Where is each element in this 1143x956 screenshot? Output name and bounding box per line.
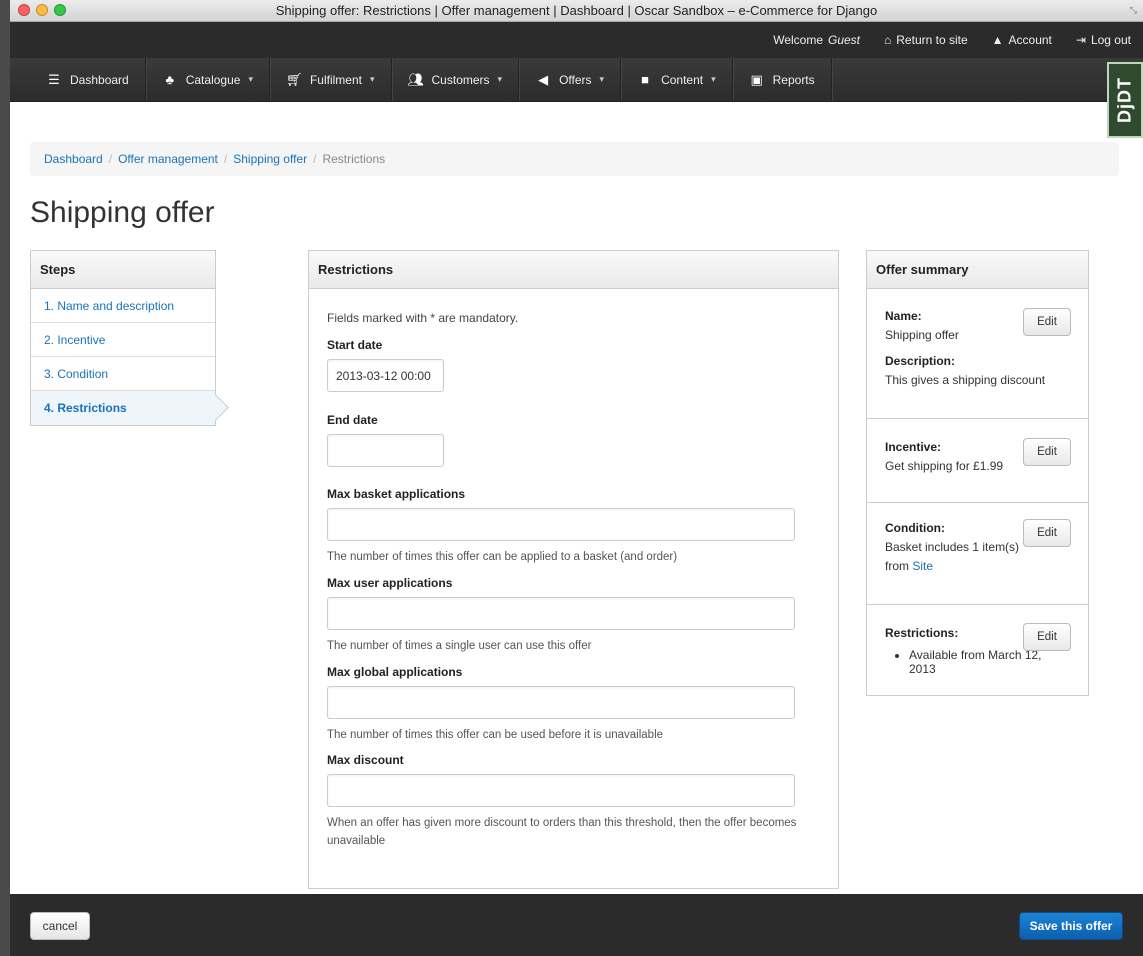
steps-heading: Steps — [31, 251, 215, 289]
welcome-label: Welcome — [773, 33, 823, 47]
edit-name-button[interactable]: Edit — [1023, 308, 1071, 336]
condition-value: Basket includes 1 item(s) from Site — [885, 538, 1045, 575]
user-bar: Welcome Guest ⌂ Return to site ▲ Account… — [10, 22, 1143, 58]
restrictions-heading: Restrictions — [309, 251, 838, 289]
max-global-input[interactable] — [327, 685, 795, 719]
offer-summary-heading: Offer summary — [867, 251, 1088, 289]
max-discount-input[interactable] — [327, 774, 795, 808]
nav-label: Reports — [772, 72, 815, 87]
nav-label: Dashboard — [70, 72, 129, 87]
cart-icon: 🛒︎ — [285, 71, 303, 87]
window-titlebar: Shipping offer: Restrictions | Offer man… — [10, 0, 1143, 22]
offer-summary-panel: Offer summary Name: Shipping offer Descr… — [866, 250, 1089, 696]
restrictions-panel: Restrictions Fields marked with * are ma… — [308, 250, 839, 889]
step-condition[interactable]: 3. Condition — [31, 357, 215, 391]
nav-offers[interactable]: ◀ Offers ▾ — [519, 58, 622, 101]
username: Guest — [828, 33, 861, 47]
logout-icon: ⇥ — [1075, 33, 1086, 47]
return-to-site-label: Return to site — [896, 33, 968, 47]
nav-label: Catalogue — [185, 72, 241, 87]
list-item: Available from March 12, 2013 — [909, 648, 1070, 676]
nav-reports[interactable]: ▣ Reports — [733, 58, 832, 101]
welcome-text: Welcome Guest — [773, 33, 860, 47]
edit-incentive-button[interactable]: Edit — [1023, 438, 1071, 466]
user-icon: ▲ — [991, 33, 1004, 47]
bar-chart-icon: ▣ — [750, 71, 763, 87]
cancel-button[interactable]: cancel — [30, 912, 90, 940]
resize-icon[interactable]: ⤡ — [1130, 5, 1137, 16]
nav-fulfilment[interactable]: 🛒︎ Fulfilment ▾ — [270, 58, 392, 101]
summary-restrictions-section: Restrictions: Available from March 12, 2… — [867, 605, 1088, 695]
summary-incentive-section: Incentive: Get shipping for £1.99 Edit — [867, 419, 1088, 503]
sitemap-icon: ♣ — [165, 72, 174, 87]
chevron-down-icon: ▾ — [711, 74, 716, 84]
breadcrumb: Dashboard / Offer management / Shipping … — [30, 142, 1119, 176]
max-user-label: Max user applications — [327, 575, 453, 590]
breadcrumb-separator: / — [313, 152, 317, 166]
browser-window: Shipping offer: Restrictions | Offer man… — [10, 0, 1143, 956]
step-name-description[interactable]: 1. Name and description — [31, 289, 215, 323]
nav-label: Offers — [559, 72, 592, 87]
summary-name-section: Name: Shipping offer Description: This g… — [867, 289, 1088, 419]
steps-panel: Steps 1. Name and description 2. Incenti… — [30, 250, 216, 426]
step-restrictions[interactable]: 4. Restrictions — [31, 391, 215, 425]
condition-site-link[interactable]: Site — [912, 559, 933, 573]
end-date-label: End date — [327, 413, 378, 427]
account-link[interactable]: ▲ Account — [992, 33, 1052, 47]
summary-condition-section: Condition: Basket includes 1 item(s) fro… — [867, 503, 1088, 605]
main-nav: ☰ Dashboard ♣ Catalogue ▾ 🛒︎ Fulfilment … — [10, 58, 1143, 102]
start-date-label: Start date — [327, 338, 383, 352]
breadcrumb-separator: / — [223, 152, 228, 166]
return-to-site-link[interactable]: ⌂ Return to site — [884, 33, 968, 47]
dashboard-icon: ☰ — [48, 71, 60, 87]
nav-content[interactable]: ■ Content ▾ — [621, 58, 733, 101]
max-basket-help: The number of times this offer can be ap… — [327, 551, 678, 563]
folder-icon: ■ — [641, 72, 649, 87]
nav-dashboard[interactable]: ☰ Dashboard — [30, 58, 146, 101]
chevron-down-icon: ▾ — [248, 74, 253, 84]
save-offer-button[interactable]: Save this offer — [1019, 912, 1123, 940]
max-global-label: Max global applications — [327, 664, 463, 679]
max-discount-label: Max discount — [327, 753, 404, 768]
page-title: Shipping offer — [30, 196, 215, 229]
breadcrumb-separator: / — [108, 152, 113, 166]
window-title: Shipping offer: Restrictions | Offer man… — [275, 3, 878, 18]
nav-label: Customers — [431, 72, 490, 87]
bullhorn-icon: ◀ — [538, 71, 549, 87]
logout-link[interactable]: ⇥ Log out — [1076, 33, 1131, 47]
step-incentive[interactable]: 2. Incentive — [31, 323, 215, 357]
edit-condition-button[interactable]: Edit — [1023, 519, 1071, 547]
description-label: Description: — [885, 353, 956, 368]
account-label: Account — [1008, 33, 1052, 47]
description-value: This gives a shipping discount — [885, 372, 1046, 387]
debug-toolbar-handle[interactable]: DjDT — [1107, 62, 1143, 138]
edit-restrictions-button[interactable]: Edit — [1023, 623, 1071, 651]
max-user-help: The number of times a single user can us… — [327, 639, 592, 652]
group-icon: 👥︎ — [407, 71, 425, 87]
nav-label: Fulfilment — [309, 72, 362, 87]
restrictions-list: Available from March 12, 2013 — [909, 648, 1070, 676]
max-discount-help: When an offer has given more discount to… — [327, 817, 797, 848]
max-user-input[interactable] — [327, 596, 795, 630]
form-actions-bar: cancel Save this offer — [10, 894, 1143, 956]
max-global-help: The number of times this offer can be us… — [327, 728, 664, 741]
chevron-down-icon: ▾ — [369, 74, 375, 84]
chevron-down-icon: ▾ — [599, 74, 605, 84]
end-date-input[interactable] — [327, 434, 444, 467]
breadcrumb-shipping-offer[interactable]: Shipping offer — [233, 152, 307, 166]
nav-customers[interactable]: 👥︎ Customers ▾ — [392, 58, 520, 101]
logout-label: Log out — [1090, 33, 1131, 47]
max-basket-label: Max basket applications — [327, 487, 466, 501]
max-basket-input[interactable] — [327, 508, 795, 541]
breadcrumb-offer-management[interactable]: Offer management — [118, 152, 218, 166]
mandatory-note: Fields marked with * are mandatory. — [327, 311, 519, 325]
condition-text: Basket includes 1 item(s) from — [885, 540, 1020, 573]
nav-catalogue[interactable]: ♣ Catalogue ▾ — [146, 58, 270, 101]
nav-label: Content — [661, 72, 704, 87]
home-icon: ⌂ — [884, 33, 892, 47]
start-date-input[interactable]: 2013-03-12 00:00 — [327, 359, 444, 392]
breadcrumb-dashboard[interactable]: Dashboard — [44, 152, 103, 166]
breadcrumb-current: Restrictions — [322, 152, 386, 166]
chevron-down-icon: ▾ — [497, 74, 503, 84]
